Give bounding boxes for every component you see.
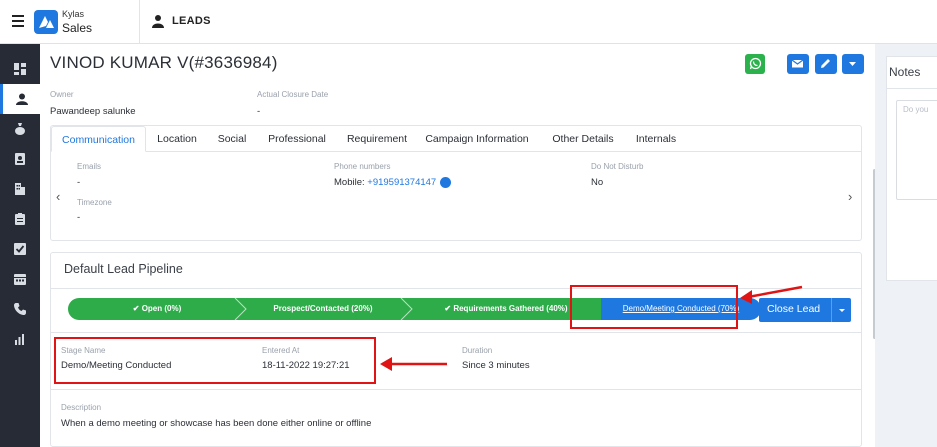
description-value: When a demo meeting or showcase has been…: [61, 418, 372, 429]
divider: [51, 332, 861, 333]
phone-link[interactable]: +919591374147: [367, 177, 436, 188]
tab-bar: Communication Location Social Profession…: [51, 126, 861, 152]
sidebar-item-calendar[interactable]: [0, 264, 40, 294]
sidebar-item-tasks[interactable]: [0, 234, 40, 264]
sidebar-item-deals[interactable]: [0, 114, 40, 144]
person-icon: [15, 93, 28, 105]
sidebar-item-tasks-list[interactable]: [0, 204, 40, 234]
timezone-value: -: [77, 212, 81, 223]
tab-requirement[interactable]: Requirement: [339, 126, 415, 152]
description-label: Description: [61, 403, 102, 412]
edit-icon: [821, 59, 830, 68]
phone-number: Mobile: +919591374147: [334, 177, 452, 189]
tab-professional[interactable]: Professional: [259, 126, 335, 152]
caret-down-icon: [849, 62, 856, 66]
emails-value: -: [77, 177, 81, 188]
divider: [886, 88, 937, 89]
owner-label: Owner: [50, 90, 74, 99]
notes-title: Notes: [889, 65, 921, 79]
annotation-box-stage-details: [54, 337, 376, 384]
top-bar: Kylas Sales LEADS: [0, 0, 937, 44]
duration-label: Duration: [462, 346, 493, 355]
checkbox-icon: [14, 243, 26, 255]
pipeline-stage-prospect[interactable]: Prospect/Contacted (20%): [238, 298, 408, 320]
sidebar-item-reports[interactable]: [0, 324, 40, 354]
page-title: VINOD KUMAR V(#3636984): [50, 53, 278, 72]
dashboard-icon: [14, 63, 26, 75]
contact-card-icon: [15, 153, 25, 165]
dnd-label: Do Not Disturb: [591, 162, 644, 171]
sidebar-item-leads[interactable]: [0, 84, 40, 114]
stage-label: Open (0%): [141, 304, 182, 313]
divider: [51, 389, 861, 390]
money-bag-icon: [15, 123, 25, 135]
whatsapp-icon: [749, 57, 762, 70]
sidebar-item-contacts[interactable]: [0, 144, 40, 174]
sidebar-item-companies[interactable]: [0, 174, 40, 204]
notes-panel: Notes Do you: [875, 44, 937, 447]
check-circle-icon: ✔: [132, 304, 142, 313]
calendar-icon: [14, 274, 26, 285]
timezone-label: Timezone: [77, 198, 112, 207]
sidebar-item-calls[interactable]: [0, 294, 40, 324]
duration-value: Since 3 minutes: [462, 360, 530, 371]
tab-social[interactable]: Social: [209, 126, 255, 152]
stage-label: Prospect/Contacted (20%): [273, 304, 373, 313]
close-lead-label: Close Lead: [767, 303, 821, 315]
close-lead-dropdown[interactable]: [831, 298, 851, 322]
sidebar: [0, 44, 40, 447]
tab-internals[interactable]: Internals: [629, 126, 683, 152]
close-lead-button[interactable]: Close Lead: [759, 298, 851, 322]
edit-button[interactable]: [815, 54, 837, 74]
tab-communication[interactable]: Communication: [51, 126, 146, 152]
pipeline-stage-open[interactable]: ✔ Open (0%): [68, 298, 246, 320]
section-title: LEADS: [172, 15, 211, 27]
phone-type-label: Mobile:: [334, 177, 368, 189]
details-card: Communication Location Social Profession…: [50, 125, 862, 241]
closure-date-label: Actual Closure Date: [257, 90, 329, 99]
owner-value: Pawandeep salunke: [50, 106, 136, 117]
closure-date-value: -: [257, 106, 261, 117]
clipboard-icon: [15, 213, 25, 225]
divider: [139, 0, 140, 44]
menu-icon[interactable]: [12, 15, 24, 27]
caret-down-icon: [839, 309, 845, 312]
stage-label: Requirements Gathered (40%): [453, 304, 568, 313]
email-icon: [791, 59, 804, 68]
sidebar-item-dashboard[interactable]: [0, 54, 40, 84]
phone-numbers-label: Phone numbers: [334, 162, 391, 171]
divider: [51, 288, 861, 289]
reports-icon: [15, 334, 24, 345]
brand-product: Sales: [62, 21, 93, 35]
brand-name: Kylas: [62, 9, 85, 19]
chevron-right-icon[interactable]: ›: [848, 189, 852, 204]
tab-other-details[interactable]: Other Details: [547, 126, 619, 152]
phone-icon: [14, 303, 26, 315]
check-circle-icon: ✔: [444, 304, 454, 313]
tab-campaign-information[interactable]: Campaign Information: [421, 126, 533, 152]
pipeline-title: Default Lead Pipeline: [64, 262, 183, 276]
call-icon[interactable]: [440, 177, 452, 188]
lead-detail: VINOD KUMAR V(#3636984) Owner Pawandeep …: [40, 44, 876, 447]
email-button[interactable]: [787, 54, 809, 74]
whatsapp-button[interactable]: [745, 54, 765, 74]
annotation-box-current-stage: [570, 285, 738, 329]
tab-location[interactable]: Location: [148, 126, 206, 152]
chevron-left-icon[interactable]: ‹: [56, 189, 60, 204]
notes-input[interactable]: Do you: [896, 100, 937, 200]
dnd-value: No: [591, 177, 604, 188]
person-icon: [152, 15, 164, 28]
building-icon: [15, 183, 25, 195]
kylas-logo-icon: [34, 10, 58, 34]
emails-label: Emails: [77, 162, 102, 171]
more-actions-button[interactable]: [842, 54, 864, 74]
